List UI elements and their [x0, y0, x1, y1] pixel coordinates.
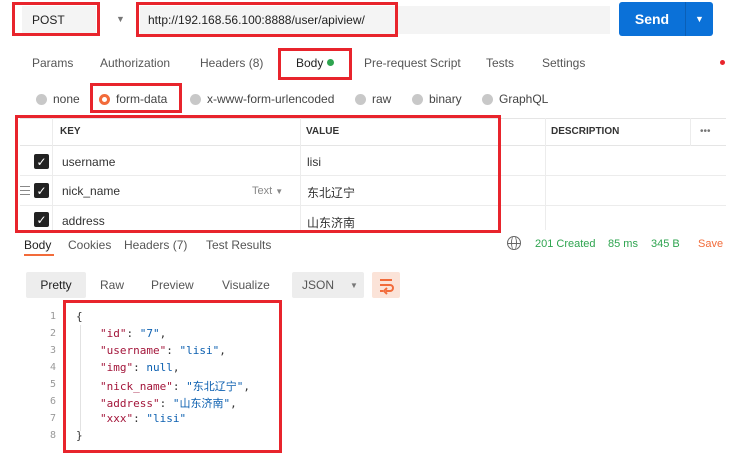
line-number: 8: [49, 430, 56, 441]
radio-binary-icon[interactable]: [412, 93, 423, 105]
table-divider: [545, 118, 546, 230]
view-tab-visualize[interactable]: Visualize: [222, 278, 270, 292]
url-input[interactable]: http://192.168.56.100:8888/user/apiview/: [140, 6, 610, 34]
column-description-header: DESCRIPTION: [551, 126, 620, 137]
response-tab-cookies[interactable]: Cookies: [68, 238, 111, 252]
tab-settings[interactable]: Settings: [542, 56, 585, 70]
code-line: "xxx": "lisi": [100, 412, 187, 425]
body-active-dot-icon: [327, 59, 335, 66]
radio-binary[interactable]: binary: [412, 92, 462, 106]
table-divider: [52, 118, 53, 230]
line-number: 7: [49, 413, 56, 424]
line-number: 3: [49, 345, 56, 356]
wrap-lines-button[interactable]: [372, 272, 400, 298]
table-divider: [300, 118, 301, 230]
tab-headers[interactable]: Headers (8): [200, 56, 263, 70]
radio-none[interactable]: none: [36, 92, 80, 106]
line-number: 4: [49, 362, 56, 373]
column-value-header: VALUE: [306, 126, 340, 137]
code-line: "nick_name": "东北辽宁",: [100, 380, 250, 393]
radio-graphql-icon[interactable]: [482, 93, 493, 105]
chevron-down-icon: ▼: [350, 280, 358, 290]
status-badge[interactable]: 201 Created: [535, 238, 596, 250]
row-key[interactable]: username: [62, 155, 115, 169]
table-divider: [690, 118, 691, 146]
line-number: 1: [49, 311, 56, 322]
cookies-indicator-icon: [720, 60, 725, 65]
tab-body[interactable]: Body: [296, 56, 335, 70]
row-checkbox[interactable]: ✓: [34, 154, 49, 169]
view-tab-preview[interactable]: Preview: [151, 278, 194, 292]
tab-authorization[interactable]: Authorization: [100, 56, 170, 70]
row-divider: [20, 205, 726, 206]
radio-none-icon[interactable]: [36, 93, 47, 105]
active-tab-underline: [24, 254, 54, 256]
drag-handle-icon[interactable]: [20, 186, 30, 198]
radio-urlencoded[interactable]: x-www-form-urlencoded: [190, 92, 334, 106]
response-tab-test-results[interactable]: Test Results: [206, 238, 271, 252]
send-button[interactable]: Send ▼: [619, 2, 713, 36]
indent-guide: [80, 325, 81, 431]
response-size[interactable]: 345 B: [651, 238, 680, 250]
chevron-down-icon: ▼: [275, 187, 284, 196]
send-chevron-down-icon[interactable]: ▼: [686, 14, 713, 24]
more-options-icon[interactable]: •••: [700, 126, 711, 137]
radio-form-data-icon[interactable]: [99, 93, 110, 105]
row-value[interactable]: 山东济南: [307, 214, 355, 231]
response-time[interactable]: 85 ms: [608, 238, 638, 250]
response-tab-headers[interactable]: Headers (7): [124, 238, 187, 252]
highlight-box-response: [63, 300, 282, 453]
code-brace-open: {: [76, 310, 83, 323]
line-number: 6: [49, 396, 56, 407]
globe-icon[interactable]: [507, 236, 521, 250]
code-line: "address": "山东济南",: [100, 397, 237, 410]
column-key-header: KEY: [60, 126, 81, 137]
params-table-header: [20, 118, 726, 146]
row-value[interactable]: 东北辽宁: [307, 184, 355, 201]
row-checkbox[interactable]: ✓: [34, 183, 49, 198]
radio-graphql[interactable]: GraphQL: [482, 92, 548, 106]
row-key[interactable]: nick_name: [62, 184, 120, 198]
code-line: "img": null,: [100, 361, 180, 374]
row-divider: [20, 175, 726, 176]
line-number: 5: [49, 379, 56, 390]
tab-params[interactable]: Params: [32, 56, 73, 70]
tab-pre-request-script[interactable]: Pre-request Script: [364, 56, 461, 70]
row-key[interactable]: address: [62, 214, 105, 228]
row-value[interactable]: lisi: [307, 155, 321, 169]
row-checkbox[interactable]: ✓: [34, 212, 49, 227]
send-label: Send: [634, 11, 670, 27]
row-type-select[interactable]: Text ▼: [252, 185, 283, 197]
view-tab-pretty[interactable]: Pretty: [26, 272, 86, 298]
code-brace-close: }: [76, 429, 83, 442]
radio-urlencoded-icon[interactable]: [190, 93, 201, 105]
code-line: "username": "lisi",: [100, 344, 226, 357]
save-response-button[interactable]: Save: [698, 238, 723, 250]
method-select[interactable]: POST: [22, 6, 96, 34]
radio-form-data[interactable]: form-data: [99, 92, 167, 106]
code-line: "id": "7",: [100, 327, 167, 340]
line-number: 2: [49, 328, 56, 339]
view-tab-raw[interactable]: Raw: [100, 278, 124, 292]
response-tab-body[interactable]: Body: [24, 238, 51, 252]
format-select[interactable]: JSON ▼: [292, 272, 364, 298]
wrap-lines-icon: [380, 279, 394, 295]
tab-tests[interactable]: Tests: [486, 56, 514, 70]
method-chevron-down-icon[interactable]: ▼: [116, 14, 125, 24]
radio-raw[interactable]: raw: [355, 92, 391, 106]
radio-raw-icon[interactable]: [355, 93, 366, 105]
